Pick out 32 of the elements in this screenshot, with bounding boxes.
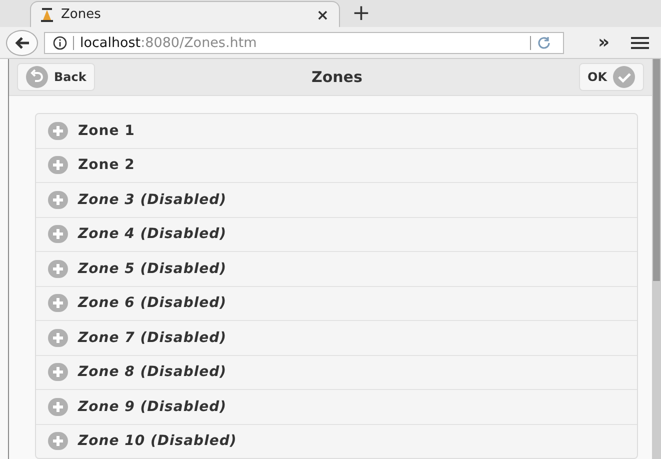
address-bar[interactable]: localhost:8080/Zones.htm	[44, 32, 564, 54]
menu-icon[interactable]	[631, 36, 649, 50]
plus-icon	[48, 225, 68, 244]
new-tab-button[interactable]: +	[352, 3, 370, 25]
overflow-button[interactable]: »	[598, 32, 610, 53]
tab-title: Zones	[61, 7, 102, 22]
ok-button[interactable]: OK	[578, 63, 644, 91]
url-path: :8080/Zones.htm	[140, 34, 258, 50]
plus-icon	[48, 363, 68, 382]
undo-icon	[26, 66, 48, 88]
plus-icon	[48, 294, 68, 312]
back-arrow-icon	[14, 36, 30, 50]
zone-item[interactable]: Zone 1	[36, 114, 637, 148]
plus-icon	[48, 156, 68, 174]
browser-back-button[interactable]	[6, 30, 38, 56]
app-icon	[41, 8, 53, 22]
browser-tab[interactable]: Zones ×	[30, 1, 340, 27]
close-tab-button[interactable]: ×	[316, 6, 329, 24]
plus-icon	[48, 190, 68, 209]
plus-icon	[48, 328, 68, 347]
scrollbar[interactable]	[652, 59, 661, 459]
url-host: localhost	[80, 34, 141, 50]
reload-icon[interactable]	[537, 36, 551, 50]
info-icon	[53, 36, 67, 50]
plus-icon	[48, 260, 68, 278]
check-icon	[613, 66, 635, 88]
page-title: Zones	[311, 68, 362, 86]
back-button[interactable]: Back	[17, 63, 96, 91]
plus-icon	[48, 432, 68, 450]
zone-item[interactable]: Zone 2	[36, 148, 637, 182]
plus-icon	[48, 122, 68, 140]
plus-icon	[48, 398, 68, 416]
